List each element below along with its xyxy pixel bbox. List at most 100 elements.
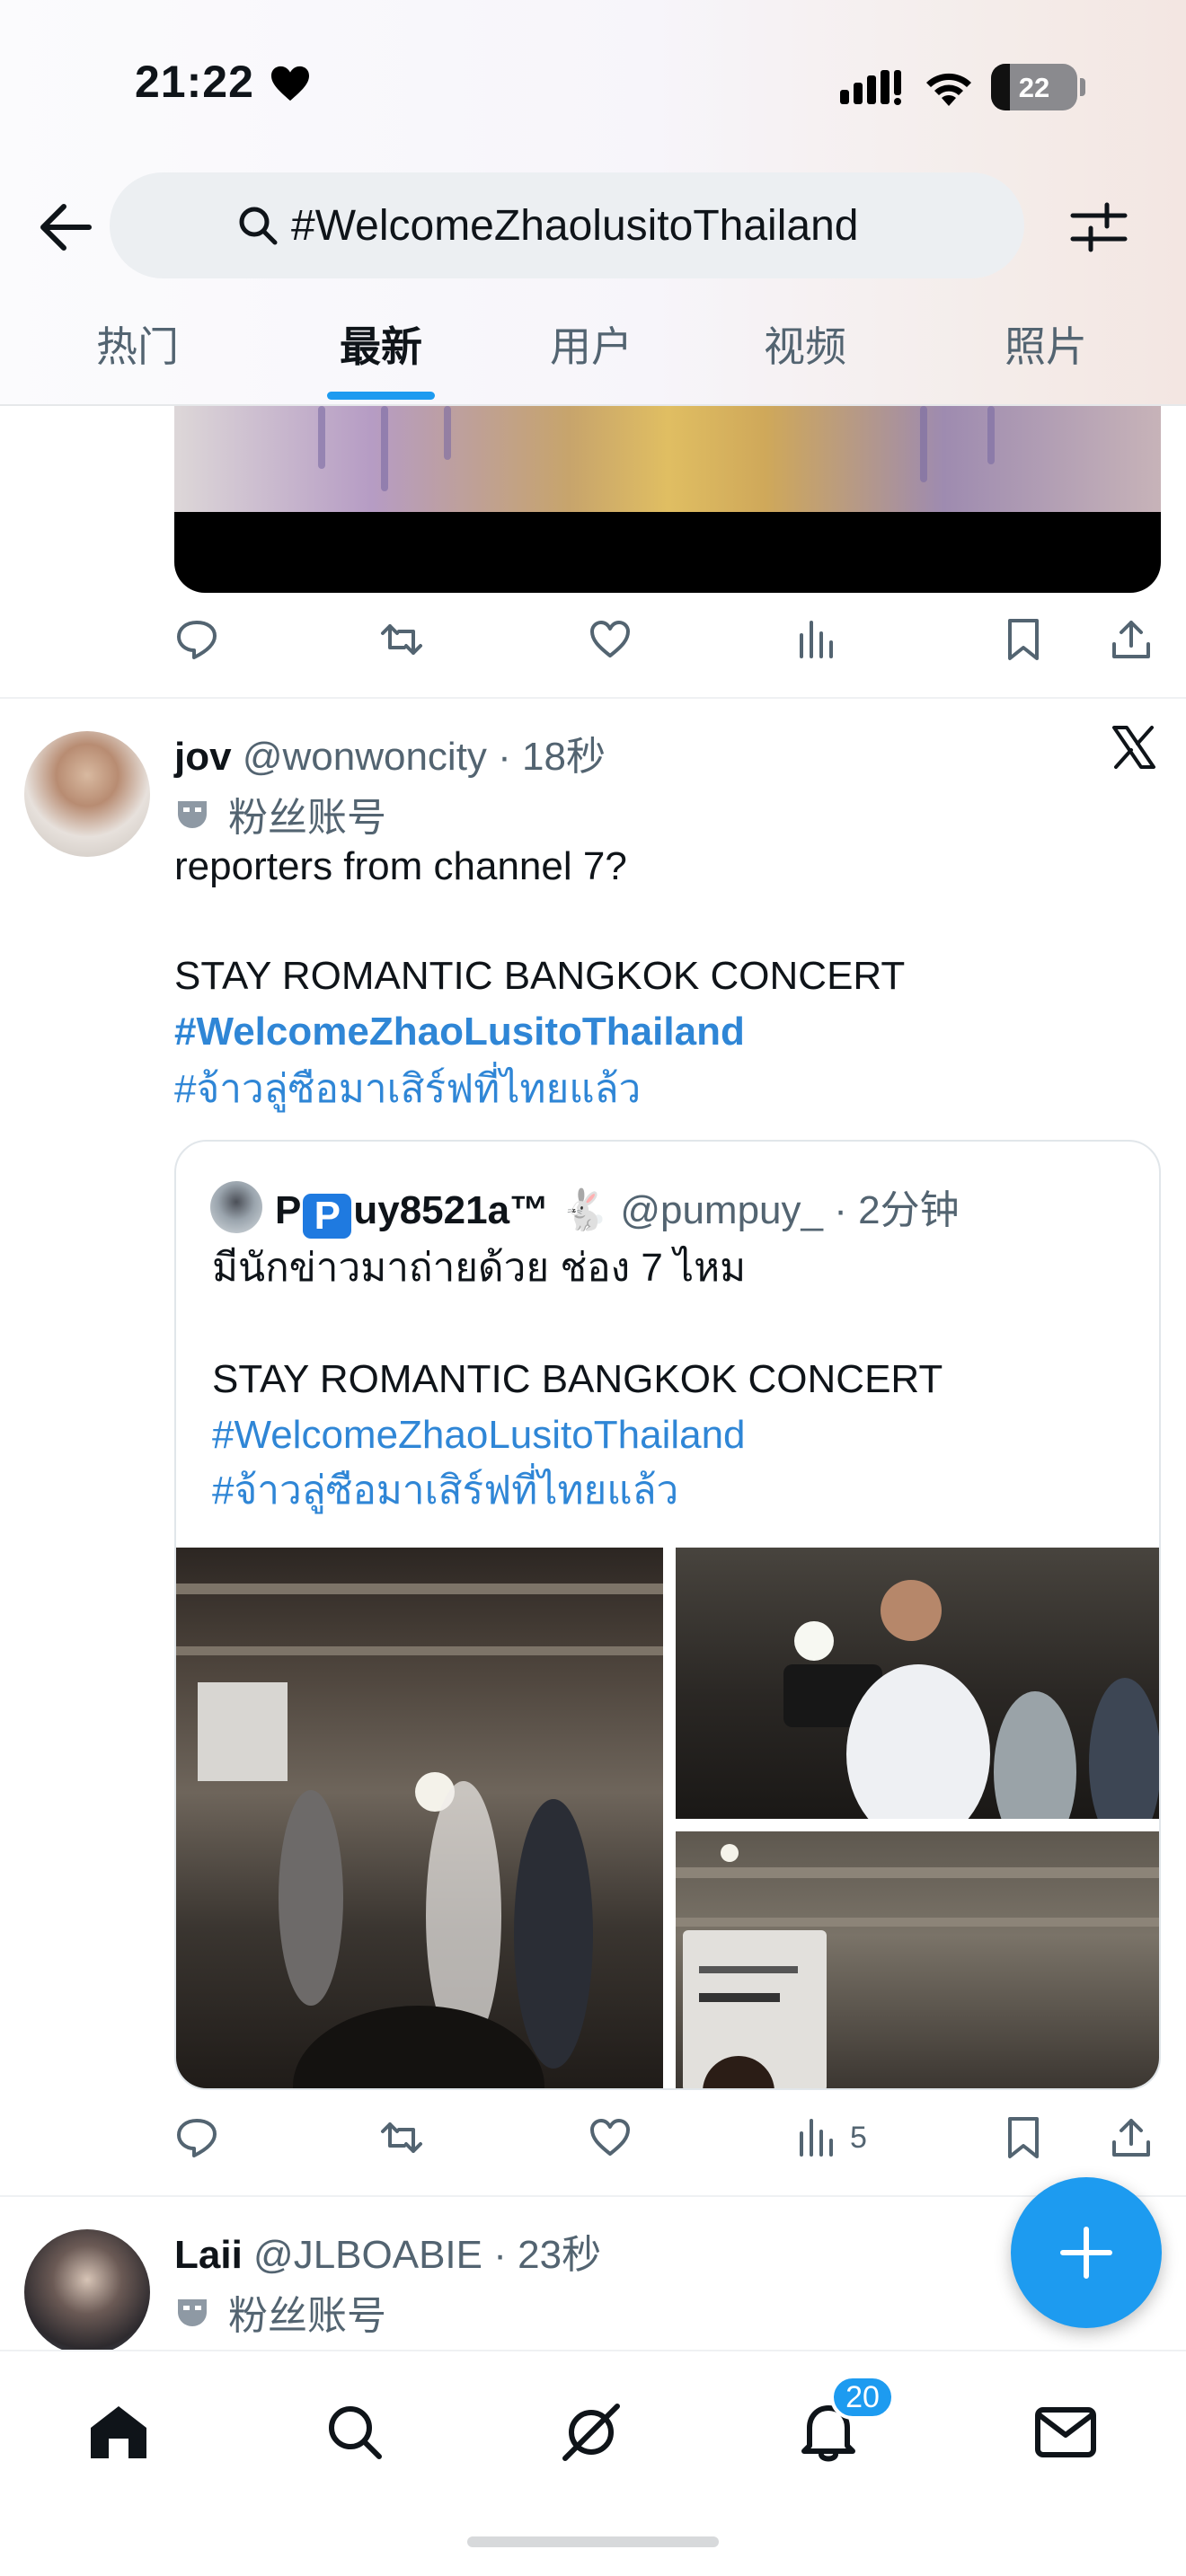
search-input[interactable]: #WelcomeZhaolusitoThailand (110, 172, 1024, 278)
tweet-actions (174, 613, 1161, 666)
photo-cameraman[interactable] (676, 1548, 1159, 1819)
share-icon (1112, 621, 1150, 658)
hashtag-link[interactable]: #WelcomeZhaoLusitoThailand (212, 1407, 746, 1463)
painting-image (174, 406, 1161, 512)
photo-sign[interactable] (676, 1831, 1159, 2088)
share-icon (1112, 2119, 1150, 2157)
quoted-text-line: มีนักข่าวมาถ่ายด้วย ช่อง 7 ไหม (212, 1246, 747, 1290)
reply-button[interactable] (174, 2111, 219, 2165)
nav-messages[interactable] (1030, 2396, 1102, 2468)
avatar[interactable] (24, 2229, 150, 2355)
tab-top[interactable]: 热门 (61, 314, 214, 374)
nav-grok[interactable] (555, 2396, 627, 2468)
tweet-author-row: jov @wonwoncity · 18秒 (174, 724, 606, 781)
avatar[interactable] (24, 731, 150, 857)
views-chart-icon (800, 621, 833, 658)
views-button[interactable]: 5 (794, 2111, 867, 2165)
like-button[interactable] (588, 613, 633, 666)
battery-tip (1080, 78, 1085, 96)
retweet-icon (381, 624, 422, 655)
fan-account-badge: 粉丝账号 (174, 785, 386, 842)
author-name[interactable]: jov (174, 735, 232, 779)
tweet-actions: 5 (174, 2111, 1161, 2165)
tab-videos[interactable]: 视频 (729, 314, 881, 374)
quoted-tweet-time: 2分钟 (858, 1188, 960, 1232)
photo-content (676, 1844, 1159, 2088)
notification-count-badge: 20 (830, 2375, 895, 2420)
search-tabs: 热门 最新 用户 视频 照片 (0, 314, 1186, 406)
heart-outline-icon (590, 2119, 630, 2156)
author-name[interactable]: Laii (174, 2233, 243, 2277)
views-button[interactable] (794, 613, 850, 666)
bookmark-icon (1008, 2117, 1039, 2158)
views-count: 5 (850, 2120, 867, 2155)
tweet-time[interactable]: 23秒 (518, 2233, 601, 2277)
search-query: #WelcomeZhaolusitoThailand (291, 202, 859, 250)
quoted-avatar (210, 1181, 262, 1233)
x-logo-icon (1112, 726, 1155, 769)
share-button[interactable] (1109, 613, 1154, 666)
author-handle[interactable]: @wonwoncity (243, 735, 487, 779)
views-chart-icon (800, 2119, 833, 2157)
photo-airport-crowd[interactable] (176, 1548, 663, 2088)
heart-icon (271, 66, 309, 101)
back-arrow-icon (40, 204, 92, 251)
hashtag-link[interactable]: #จ้าวลู่ซือมาเสิร์ฟที่ไทยแล้ว (174, 1062, 641, 1117)
compose-button[interactable] (1011, 2177, 1162, 2328)
tweet-text-line: reporters from channel 7? (174, 844, 627, 888)
meta-separator: · (486, 735, 523, 779)
search-icon (329, 2406, 382, 2459)
grok-icon (562, 2404, 620, 2461)
tab-people[interactable]: 用户 (515, 314, 668, 374)
wifi-icon (926, 73, 971, 106)
bookmark-button[interactable] (1001, 2111, 1046, 2165)
tweet-divider (0, 2195, 1186, 2197)
mask-icon (178, 801, 207, 828)
quoted-author-row: P Puy8521a™ 🐇 @pumpuy_ · 2分钟 (275, 1178, 960, 1239)
author-handle[interactable]: @JLBOABIE (253, 2233, 482, 2277)
heart-outline-icon (590, 621, 630, 657)
tweet-time[interactable]: 18秒 (522, 735, 606, 779)
retweet-icon (381, 2122, 422, 2153)
retweet-button[interactable] (379, 2111, 424, 2165)
like-button[interactable] (588, 2111, 633, 2165)
nav-explore[interactable] (319, 2396, 391, 2468)
tab-latest[interactable]: 最新 (305, 314, 457, 374)
top-header: 21:22 22 #WelcomeZhaolusitoThailand 热门 最… (0, 0, 1186, 406)
tabs-divider (0, 404, 1186, 406)
status-bar: 21:22 22 (0, 0, 1186, 171)
back-button[interactable] (34, 196, 97, 259)
badge-label: 粉丝账号 (228, 796, 386, 840)
fan-account-badge: 粉丝账号 (174, 2283, 386, 2341)
search-icon (239, 207, 278, 245)
bookmark-button[interactable] (1001, 613, 1046, 666)
photo-content (176, 1584, 663, 2088)
hashtag-link[interactable]: #WelcomeZhaoLusitoThailand (174, 1004, 745, 1060)
filter-sliders-icon[interactable] (1067, 196, 1130, 259)
bookmark-icon (1008, 619, 1039, 660)
tweet-media-image[interactable] (174, 406, 1161, 593)
quoted-author-handle: @pumpuy_ (620, 1188, 823, 1232)
quoted-author-name-p: P (275, 1188, 302, 1232)
battery-percent: 22 (1018, 72, 1050, 103)
active-tab-indicator (327, 392, 435, 400)
quoted-text-line: STAY ROMANTIC BANGKOK CONCERT (212, 1357, 943, 1401)
tweet-text-line: STAY ROMANTIC BANGKOK CONCERT (174, 954, 906, 998)
home-icon (91, 2406, 146, 2458)
hashtag-link[interactable]: #จ้าวลู่ซือมาเสิร์ฟที่ไทยแล้ว (212, 1463, 678, 1519)
nav-home[interactable] (83, 2396, 155, 2468)
photo-content (783, 1580, 1159, 1819)
badge-label: 粉丝账号 (228, 2294, 386, 2338)
quoted-tweet[interactable]: P Puy8521a™ 🐇 @pumpuy_ · 2分钟 มีนักข่าวมาถ… (174, 1140, 1161, 2090)
reply-button[interactable] (174, 613, 219, 666)
tweet-author-row: Laii @JLBOABIE · 23秒 (174, 2222, 601, 2280)
cellular-signal-icon (840, 70, 901, 105)
share-button[interactable] (1109, 2111, 1154, 2165)
mask-icon (178, 2299, 207, 2326)
plus-icon (1060, 2227, 1112, 2279)
quoted-author-name-rest: uy8521a™ 🐇 (353, 1188, 610, 1232)
tab-photos[interactable]: 照片 (969, 314, 1122, 374)
quoted-photo-grid (176, 1548, 1159, 2088)
retweet-button[interactable] (379, 613, 424, 666)
home-indicator (467, 2536, 719, 2547)
